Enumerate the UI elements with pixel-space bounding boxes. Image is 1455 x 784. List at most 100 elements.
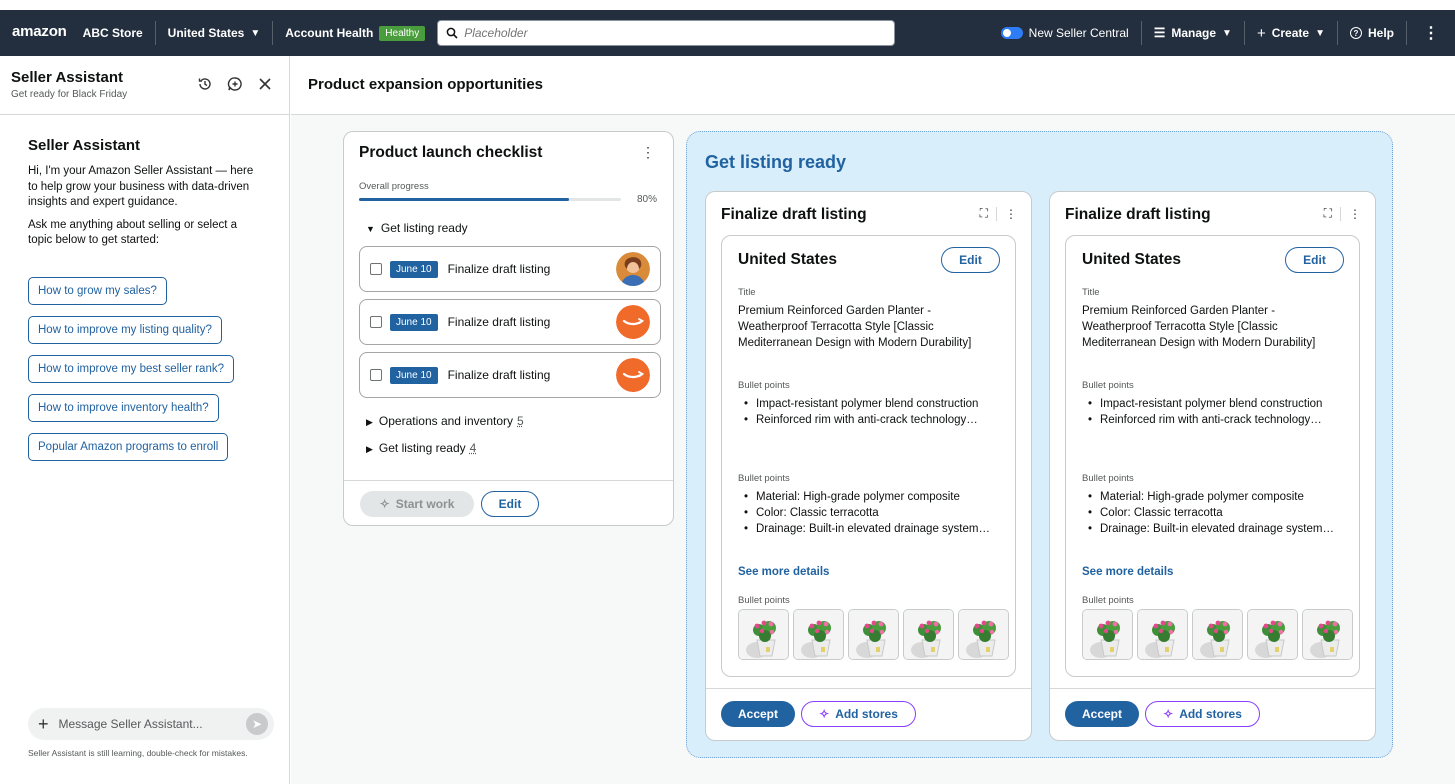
- see-more-link[interactable]: See more details: [738, 566, 829, 578]
- task-date: June 10: [390, 366, 438, 384]
- card-actions: ⛶ ⋮: [1324, 206, 1361, 221]
- suggestion-chip[interactable]: Popular Amazon programs to enroll: [28, 432, 229, 461]
- section-get-listing-ready[interactable]: ▼ Get listing ready: [366, 221, 468, 235]
- expand-icon[interactable]: ⛶: [1324, 206, 1332, 221]
- edit-button[interactable]: Edit: [481, 491, 539, 517]
- images-label: Bullet points: [1082, 595, 1134, 606]
- caret-down-icon: ▼: [1315, 27, 1325, 39]
- section-label: Operations and inventory: [378, 414, 514, 428]
- search-input[interactable]: [464, 26, 885, 40]
- product-thumbnail[interactable]: [793, 609, 844, 660]
- task-checkbox[interactable]: [370, 316, 382, 328]
- start-work-label: Start work: [395, 497, 455, 511]
- section-get-listing-ready-collapsed[interactable]: ▶ Get listing ready 4: [366, 441, 476, 455]
- message-placeholder: Message Seller Assistant...: [58, 717, 203, 731]
- more-options-icon[interactable]: ⋮: [1349, 207, 1361, 221]
- assistant-heading: Seller Assistant: [28, 137, 140, 154]
- bullet-item: Impact-resistant polymer blend construct…: [1084, 396, 1349, 412]
- sparkle-icon: ✧: [1163, 707, 1174, 721]
- task-item[interactable]: June 10 Finalize draft listing: [359, 299, 661, 345]
- more-options-icon[interactable]: ⋮: [641, 144, 655, 161]
- more-options-icon[interactable]: ⋮: [1005, 207, 1017, 221]
- image-gallery: [1082, 609, 1353, 660]
- suggestion-chip[interactable]: How to improve my best seller rank?: [28, 354, 234, 383]
- suggestion-chip[interactable]: How to improve my listing quality?: [28, 315, 222, 344]
- country-selector[interactable]: United States ▼: [156, 10, 273, 56]
- task-checkbox[interactable]: [370, 369, 382, 381]
- accept-button[interactable]: Accept: [1065, 701, 1139, 727]
- send-icon[interactable]: ➤: [246, 713, 268, 735]
- task-label: Finalize draft listing: [447, 368, 551, 382]
- listing-card: Finalize draft listing ⛶ ⋮ United States …: [1049, 191, 1376, 741]
- suggestion-list: How to grow my sales? How to improve my …: [28, 276, 261, 472]
- message-input[interactable]: + Message Seller Assistant... ➤: [28, 708, 274, 740]
- help-menu[interactable]: ? Help: [1338, 10, 1406, 56]
- edit-button[interactable]: Edit: [1285, 247, 1344, 273]
- new-chat-icon[interactable]: [227, 76, 243, 92]
- store-name[interactable]: ABC Store: [79, 10, 155, 56]
- title-value: Premium Reinforced Garden Planter - Weat…: [738, 305, 972, 349]
- top-nav: amazon ABC Store United States ▼ Account…: [0, 10, 1455, 56]
- product-thumbnail[interactable]: [958, 609, 1009, 660]
- account-health[interactable]: Account Health Healthy: [273, 10, 437, 56]
- bullet-item: Drainage: Built-in elevated drainage sys…: [1084, 521, 1349, 537]
- task-date: June 10: [390, 260, 438, 278]
- product-thumbnail[interactable]: [1247, 609, 1298, 660]
- search-icon: [446, 27, 458, 39]
- amazon-avatar-icon: [616, 358, 650, 392]
- section-operations[interactable]: ▶ Operations and inventory 5: [366, 414, 524, 428]
- bullet-item: Color: Classic terracotta: [1084, 505, 1349, 521]
- see-more-link[interactable]: See more details: [1082, 566, 1173, 578]
- progress-bar: [359, 198, 621, 201]
- close-icon[interactable]: [257, 76, 273, 92]
- start-work-button[interactable]: ✧ Start work: [360, 491, 474, 517]
- panel-title: Get listing ready: [705, 152, 847, 172]
- checklist-title: Product launch checklist: [359, 144, 543, 161]
- task-item[interactable]: June 10 Finalize draft listing: [359, 246, 661, 292]
- page-title: Product expansion opportunities: [291, 56, 1455, 115]
- product-thumbnail[interactable]: [1082, 609, 1133, 660]
- triangle-right-icon: ▶: [366, 444, 373, 454]
- suggestion-chip[interactable]: How to grow my sales?: [28, 276, 167, 305]
- get-listing-ready-panel: Get listing ready Finalize draft listing…: [686, 131, 1393, 758]
- seller-assistant-panel: Seller Assistant Get ready for Black Fri…: [0, 56, 290, 784]
- product-thumbnail[interactable]: [1137, 609, 1188, 660]
- progress-fill: [359, 198, 569, 201]
- manage-menu[interactable]: ☰ Manage ▼: [1142, 10, 1244, 56]
- title-label: Title: [1082, 287, 1100, 298]
- search-box[interactable]: [437, 20, 896, 46]
- product-thumbnail[interactable]: [848, 609, 899, 660]
- edit-button[interactable]: Edit: [941, 247, 1000, 273]
- task-checkbox[interactable]: [370, 263, 382, 275]
- amazon-avatar-icon: [616, 305, 650, 339]
- task-item[interactable]: June 10 Finalize draft listing: [359, 352, 661, 398]
- help-icon: ?: [1349, 27, 1362, 39]
- bullet-item: Impact-resistant polymer blend construct…: [740, 396, 1005, 412]
- product-thumbnail[interactable]: [903, 609, 954, 660]
- new-seller-central-toggle[interactable]: New Seller Central: [989, 10, 1141, 56]
- accept-button[interactable]: Accept: [721, 701, 795, 727]
- add-stores-button[interactable]: ✧ Add stores: [1145, 701, 1260, 727]
- bullets-label: Bullet points: [738, 473, 790, 484]
- message-composer: + Message Seller Assistant... ➤ Seller A…: [28, 708, 274, 758]
- suggestion-chip[interactable]: How to improve inventory health?: [28, 393, 219, 422]
- toggle-switch[interactable]: [1000, 27, 1023, 39]
- product-thumbnail[interactable]: [1302, 609, 1353, 660]
- country-label: United States: [167, 26, 245, 40]
- attach-plus-icon[interactable]: +: [38, 714, 49, 735]
- history-icon[interactable]: [197, 76, 213, 92]
- section-label: Get listing ready: [378, 441, 466, 455]
- product-thumbnail[interactable]: [1192, 609, 1243, 660]
- help-label: Help: [1367, 26, 1394, 40]
- task-label: Finalize draft listing: [447, 315, 551, 329]
- add-stores-button[interactable]: ✧ Add stores: [801, 701, 916, 727]
- disclaimer: Seller Assistant is still learning, doub…: [28, 748, 248, 758]
- more-options-icon[interactable]: ⋮: [1407, 10, 1455, 56]
- progress-percent: 80%: [636, 194, 657, 205]
- image-gallery: [738, 609, 1009, 660]
- product-thumbnail[interactable]: [738, 609, 789, 660]
- bullet-item: Material: High-grade polymer composite: [740, 489, 1005, 505]
- create-menu[interactable]: + Create ▼: [1245, 10, 1337, 56]
- expand-icon[interactable]: ⛶: [980, 206, 988, 221]
- amazon-logo[interactable]: amazon: [0, 10, 79, 56]
